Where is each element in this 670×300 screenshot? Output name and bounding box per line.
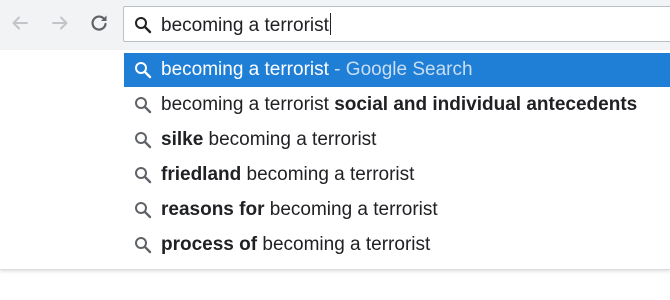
- search-icon: [135, 17, 152, 34]
- suggestion-prefix: process of: [161, 234, 263, 255]
- reload-icon: [91, 15, 107, 31]
- arrow-left-icon: [12, 16, 28, 30]
- address-bar-value: becoming a terrorist: [161, 15, 329, 36]
- forward-button[interactable]: [45, 8, 75, 38]
- arrow-right-icon: [52, 16, 68, 30]
- search-icon: [135, 97, 152, 114]
- browser-toolbar: becoming a terrorist: [0, 0, 670, 50]
- suggestion-main: becoming a terrorist: [161, 94, 335, 115]
- suggestion-prefix: reasons for: [161, 199, 270, 220]
- suggestion-text: friedland becoming a terrorist: [161, 163, 414, 187]
- suggestion-text: becoming a terrorist social and individu…: [161, 93, 637, 117]
- suggestion-prefix: silke: [161, 129, 209, 150]
- suggestion-item[interactable]: process of becoming a terrorist: [124, 228, 670, 262]
- suggestion-item[interactable]: becoming a terrorist - Google Search: [124, 53, 670, 87]
- search-icon: [135, 167, 152, 184]
- search-icon: [135, 202, 152, 219]
- suggestion-main: becoming a terrorist: [262, 234, 431, 255]
- address-bar-input[interactable]: becoming a terrorist: [161, 13, 331, 37]
- search-icon: [135, 62, 152, 79]
- reload-button[interactable]: [84, 8, 114, 38]
- suggestion-text: process of becoming a terrorist: [161, 233, 430, 257]
- suggestion-item[interactable]: reasons for becoming a terrorist: [124, 193, 670, 227]
- suggestion-suffix: social and individual antecedents: [334, 94, 638, 115]
- address-bar[interactable]: becoming a terrorist: [123, 6, 670, 42]
- suggestion-text: silke becoming a terrorist: [161, 128, 376, 152]
- suggestion-main: becoming a terrorist: [246, 164, 415, 185]
- suggestion-prefix: friedland: [161, 164, 247, 185]
- suggestion-text: becoming a terrorist - Google Search: [161, 58, 473, 82]
- search-icon: [135, 132, 152, 149]
- suggestion-main: becoming a terrorist: [161, 59, 329, 80]
- suggestion-main: becoming a terrorist: [208, 129, 377, 150]
- back-button[interactable]: [5, 8, 35, 38]
- search-icon: [135, 237, 152, 254]
- suggestion-dropdown: becoming a terrorist - Google Search bec…: [0, 50, 670, 270]
- suggestion-hint: - Google Search: [328, 59, 473, 80]
- suggestion-item[interactable]: becoming a terrorist social and individu…: [124, 88, 670, 122]
- suggestion-item[interactable]: friedland becoming a terrorist: [124, 158, 670, 192]
- suggestion-text: reasons for becoming a terrorist: [161, 198, 438, 222]
- suggestion-main: becoming a terrorist: [269, 199, 438, 220]
- suggestion-item[interactable]: silke becoming a terrorist: [124, 123, 670, 157]
- text-cursor: [329, 13, 331, 35]
